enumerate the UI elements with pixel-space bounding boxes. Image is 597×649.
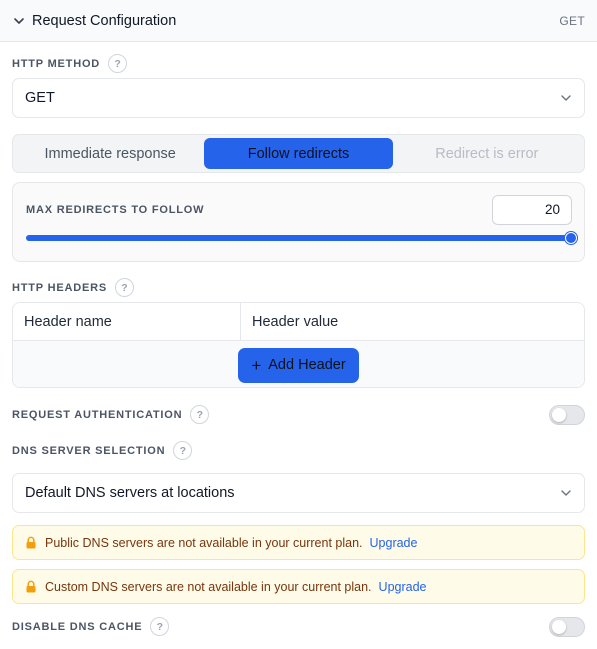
help-icon[interactable]: ? <box>150 617 170 636</box>
max-redirects-label: MAX REDIRECTS TO FOLLOW <box>26 204 205 216</box>
dns-cache-toggle[interactable] <box>549 617 585 637</box>
request-auth-toggle[interactable] <box>549 405 585 425</box>
help-icon[interactable]: ? <box>173 441 193 460</box>
toggle-knob <box>552 620 566 634</box>
redirect-option-immediate[interactable]: Immediate response <box>16 138 204 169</box>
custom-dns-notice: Custom DNS servers are not available in … <box>12 569 585 604</box>
request-auth-label-text: REQUEST AUTHENTICATION <box>12 408 183 421</box>
slider-thumb[interactable] <box>565 232 577 244</box>
plus-icon: + <box>251 355 262 375</box>
public-dns-notice: Public DNS servers are not available in … <box>12 525 585 560</box>
max-redirects-card: MAX REDIRECTS TO FOLLOW 20 <box>12 182 585 262</box>
notice-text: Custom DNS servers are not available in … <box>45 579 372 594</box>
redirect-option-follow[interactable]: Follow redirects <box>204 138 393 169</box>
request-config-header[interactable]: Request Configuration GET <box>0 0 597 42</box>
headers-footer: + Add Header <box>13 341 584 387</box>
upgrade-link[interactable]: Upgrade <box>379 580 427 594</box>
http-method-value: GET <box>25 90 55 106</box>
help-icon[interactable]: ? <box>190 405 210 424</box>
dns-cache-label-text: DISABLE DNS CACHE <box>12 620 143 633</box>
request-auth-label: REQUEST AUTHENTICATION ? <box>12 405 210 424</box>
lock-icon <box>26 536 36 549</box>
redirect-mode-control: Immediate response Follow redirects Redi… <box>12 134 585 173</box>
dns-server-value: Default DNS servers at locations <box>25 485 235 501</box>
toggle-knob <box>552 408 566 422</box>
redirect-option-error[interactable]: Redirect is error <box>393 138 581 169</box>
dns-server-select[interactable]: Default DNS servers at locations <box>12 473 585 513</box>
header-name-field[interactable]: Header name <box>13 303 241 340</box>
help-icon[interactable]: ? <box>108 54 128 73</box>
max-redirects-slider[interactable] <box>26 232 577 244</box>
http-headers-label: HTTP HEADERS ? <box>12 278 134 297</box>
add-header-label: Add Header <box>268 357 346 373</box>
http-method-label: HTTP METHOD ? <box>12 54 128 73</box>
upgrade-link[interactable]: Upgrade <box>370 536 418 550</box>
chevron-down-icon <box>561 95 571 101</box>
header-value-field[interactable]: Header value <box>241 303 584 340</box>
help-icon[interactable]: ? <box>114 278 134 297</box>
slider-fill <box>26 235 571 241</box>
add-header-button[interactable]: + Add Header <box>238 347 359 383</box>
notice-text: Public DNS servers are not available in … <box>45 535 363 550</box>
lock-icon <box>26 580 36 593</box>
header-input-row: Header name Header value <box>13 303 584 341</box>
dns-server-label-text: DNS SERVER SELECTION <box>12 444 166 457</box>
method-badge: GET <box>559 13 585 28</box>
dns-server-label: DNS SERVER SELECTION ? <box>12 441 193 460</box>
http-method-select[interactable]: GET <box>12 78 585 118</box>
http-method-label-text: HTTP METHOD <box>12 57 101 70</box>
chevron-down-icon <box>14 17 24 24</box>
http-headers-label-text: HTTP HEADERS <box>12 281 107 294</box>
chevron-down-icon <box>561 490 571 496</box>
panel-title: Request Configuration <box>32 12 177 29</box>
http-headers-table: Header name Header value + Add Header <box>12 302 585 388</box>
dns-cache-label: DISABLE DNS CACHE ? <box>12 617 170 636</box>
max-redirects-input[interactable]: 20 <box>492 195 572 225</box>
